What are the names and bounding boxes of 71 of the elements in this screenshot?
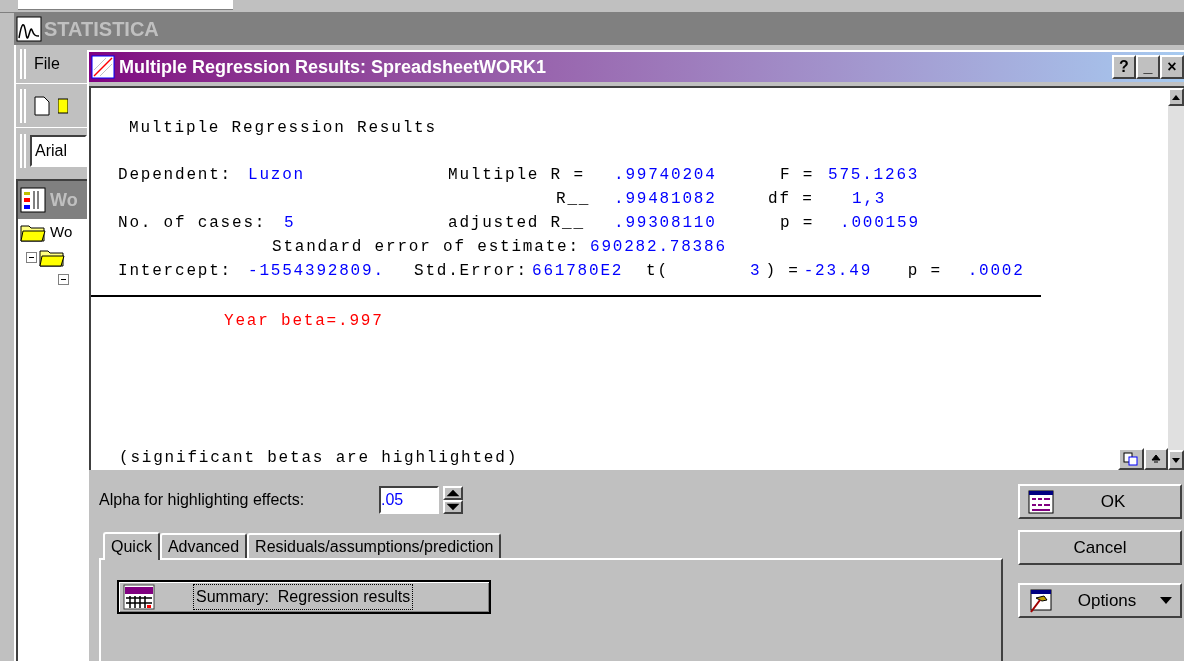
result-value: 575.1263 — [828, 166, 920, 184]
result-value: Luzon — [248, 166, 305, 184]
chart-icon — [91, 55, 115, 79]
spin-buttons[interactable] — [443, 486, 463, 514]
beta-note: Year beta=.997 — [224, 311, 384, 332]
results-footer: (significant betas are highlighted) — [119, 446, 519, 470]
result-value: 1,3 — [852, 190, 887, 208]
tab[interactable]: Residuals/assumptions/prediction — [247, 533, 502, 558]
table-icon — [1028, 488, 1054, 515]
result-label: ) = — [765, 262, 800, 280]
options-button[interactable]: Options — [1018, 583, 1182, 618]
tab[interactable]: Advanced — [159, 533, 248, 558]
tab[interactable]: Quick — [103, 532, 160, 560]
result-value: 661780E2 — [532, 262, 624, 280]
result-value: -23.49 — [803, 262, 873, 280]
dialog-title: Multiple Regression Results: SpreadsheetWORK1 — [119, 55, 548, 79]
result-label: F = — [780, 166, 815, 184]
collapse-icon[interactable] — [58, 273, 69, 285]
folder-icon — [20, 222, 46, 242]
result-value: 690282.78386 — [590, 238, 727, 256]
result-label: p = — [780, 214, 815, 232]
scroll-down-icon[interactable] — [1172, 457, 1180, 463]
close-button[interactable]: × — [1160, 55, 1184, 79]
app-title: STATISTICA — [44, 17, 159, 42]
folder-icon — [39, 247, 65, 267]
result-label: Std.Error: — [414, 262, 528, 280]
result-label: Standard error of estimate: — [272, 238, 580, 256]
result-value: 5 — [284, 214, 296, 232]
scroll-up-icon[interactable] — [1172, 94, 1180, 100]
result-label: p = — [907, 262, 942, 280]
tree-item[interactable]: Wo — [50, 220, 73, 244]
result-value: 3 — [750, 262, 762, 280]
result-label: df = — [768, 190, 814, 208]
result-value: .99740204 — [614, 166, 717, 184]
scrollbar[interactable] — [1168, 88, 1184, 470]
result-label: No. of cases: — [118, 214, 267, 232]
font-field[interactable]: Arial — [30, 134, 87, 167]
minimize-button[interactable]: _ — [1136, 55, 1160, 79]
workbook-icon — [20, 187, 46, 213]
result-value: .000159 — [840, 214, 920, 232]
result-label: Dependent: — [118, 166, 232, 184]
copy-icon[interactable] — [1118, 448, 1144, 470]
result-label: t( — [646, 262, 669, 280]
workbook-title: Wo — [50, 188, 78, 212]
result-value: .0002 — [967, 262, 1025, 280]
result-label: R__ — [556, 190, 591, 208]
chart-app-icon — [16, 16, 42, 42]
cancel-button[interactable]: Cancel — [1018, 530, 1182, 565]
dropdown-caret-icon — [1160, 597, 1172, 604]
result-label: Intercept: — [118, 262, 232, 280]
collapse-icon[interactable] — [26, 251, 37, 263]
result-value: -1554392809. — [248, 262, 385, 280]
result-value: .99481082 — [614, 190, 717, 208]
toolbar-grip[interactable] — [20, 88, 26, 123]
results-heading: Multiple Regression Results — [129, 118, 437, 139]
alpha-label: Alpha for highlighting effects: — [99, 490, 306, 510]
result-label: adjusted R__ — [448, 214, 585, 232]
alpha-field[interactable]: .05 — [379, 486, 439, 514]
summary-button[interactable]: Summary: Regression results — [117, 580, 491, 614]
result-value: .99308110 — [614, 214, 717, 232]
folder-icon[interactable] — [58, 96, 68, 115]
summary-icon — [123, 584, 155, 610]
toolbar-grip[interactable] — [20, 133, 26, 168]
ok-button[interactable]: OK — [1018, 484, 1182, 519]
new-page-icon[interactable] — [34, 95, 50, 116]
scroll-top-icon[interactable] — [1144, 448, 1168, 470]
menu-item[interactable]: File — [34, 52, 60, 76]
toolbar-grip[interactable] — [20, 49, 26, 79]
help-button[interactable]: ? — [1112, 55, 1136, 79]
result-label: Multiple R = — [448, 166, 585, 184]
hammer-icon — [1028, 587, 1054, 614]
